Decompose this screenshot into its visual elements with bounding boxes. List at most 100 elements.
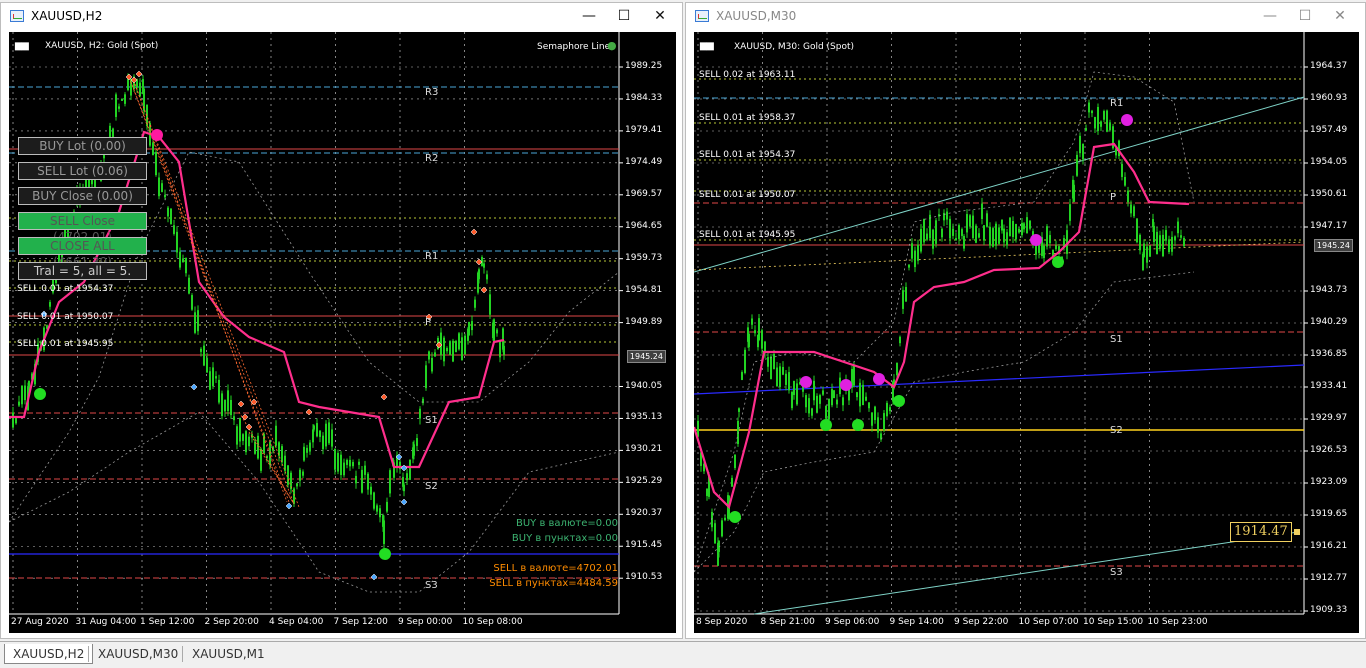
sell-lot-button[interactable]: SELL Lot (0.06) (18, 162, 147, 180)
tab-xauusd-m30[interactable]: XAUUSD,M30 (90, 644, 186, 664)
time-axis-label: 2 Sep 20:00 (204, 617, 259, 627)
sell-line-label: SELL 0.02 at 1963.11 (699, 70, 796, 80)
chart-window-icon (10, 10, 24, 22)
candle-body (1073, 184, 1075, 202)
candle-body (152, 142, 154, 156)
pivot-level-r3: R3 (425, 87, 439, 98)
candle-body (808, 398, 810, 414)
candle-body (773, 353, 775, 370)
close-button[interactable]: ✕ (649, 6, 671, 26)
signal-dot (873, 373, 885, 385)
price-axis-label: 1960.93 (1310, 93, 1348, 103)
price-chart[interactable]: ▆▆ XAUUSD, H2: Gold (Spot) Semaphore Lin… (9, 32, 676, 633)
price-axis-label: 1957.49 (1310, 125, 1348, 135)
candle-body (389, 470, 391, 494)
buy-lot-button[interactable]: BUY Lot (0.00) (18, 137, 147, 155)
buy-order-marker (400, 498, 408, 506)
indicator-name: Semaphore Line (537, 42, 611, 52)
candle-body (18, 401, 20, 406)
candle-body (1026, 217, 1028, 234)
close-all-button[interactable]: CLOSE ALL (4661.39) (18, 237, 147, 269)
price-axis-label: 1910.53 (625, 572, 663, 583)
candle-body (236, 426, 238, 445)
title-bar[interactable]: XAUUSD,M30 — ☐ ✕ (686, 3, 1365, 30)
price-axis-label: 1933.41 (1310, 381, 1348, 391)
signal-dot (820, 419, 832, 431)
price-axis-label: 1950.61 (1310, 189, 1348, 199)
candle-body (825, 405, 827, 419)
trailing-button[interactable]: Tral = 5, all = 5. (18, 262, 147, 280)
minimize-button[interactable]: — (578, 6, 600, 26)
candle-body (383, 520, 385, 544)
price-axis-label: 1954.81 (625, 284, 663, 295)
candle-body (1082, 143, 1084, 160)
price-axis-label: 1920.37 (625, 508, 663, 519)
price-axis-label: 1930.21 (625, 444, 663, 455)
signal-dot (800, 376, 812, 388)
candle-body (981, 203, 983, 219)
chart-window-m30[interactable]: XAUUSD,M30 — ☐ ✕ ▆▆ XAUUSD, M30: Gold (S… (685, 2, 1366, 639)
price-axis-label: 1909.33 (1310, 605, 1348, 615)
candle-body (248, 436, 250, 447)
candle-body (1180, 235, 1182, 238)
candle-body (334, 449, 336, 470)
pivot-level-p: P (425, 317, 432, 328)
chart-window-icon (695, 10, 709, 22)
candle-body (379, 508, 381, 518)
flag-icon: ▆▆ (15, 41, 29, 51)
minimize-button[interactable]: — (1259, 6, 1281, 26)
candle-body (1109, 122, 1111, 131)
flag-icon: ▆▆ (700, 41, 714, 51)
candle-body (1133, 206, 1135, 217)
time-axis-label: 4 Sep 04:00 (269, 617, 324, 627)
candle-body (899, 336, 901, 344)
candle-body (1055, 245, 1057, 250)
maximize-button[interactable]: ☐ (1294, 6, 1316, 26)
candle-body (1046, 226, 1048, 247)
candle-body (242, 434, 244, 441)
price-axis-label: 1919.65 (1310, 509, 1348, 519)
candle-body (452, 340, 454, 362)
price-axis-label: 1923.09 (1310, 477, 1348, 487)
candle-body (194, 312, 196, 333)
sell-line-label: SELL 0.01 at 1945.95 (17, 339, 114, 349)
candle-body (386, 501, 388, 512)
candle-body (1076, 154, 1078, 176)
candle-body (1097, 106, 1099, 131)
candle-body (349, 459, 351, 467)
candle-body (811, 408, 813, 416)
price-axis-label: 1926.53 (1310, 445, 1348, 455)
candle-body (871, 412, 873, 426)
candle-body (941, 228, 943, 238)
tab-xauusd-h2[interactable]: XAUUSD,H2 (4, 644, 94, 664)
sell-close-button[interactable]: SELL Close (4702.01) (18, 212, 147, 244)
candle-body (1023, 223, 1025, 230)
candle-body (1183, 238, 1185, 247)
pivot-level-s2: S2 (1110, 425, 1123, 436)
candle-body (833, 390, 835, 399)
candle-body (313, 425, 315, 430)
candle-body (770, 356, 772, 380)
candle-body (260, 448, 262, 471)
buy-close-button[interactable]: BUY Close (0.00) (18, 187, 147, 205)
candle-body (449, 341, 451, 355)
candle-body (877, 417, 879, 433)
candle-body (218, 379, 220, 403)
price-chart[interactable]: ▆▆ XAUUSD, M30: Gold (Spot) SELL 0.02 at… (694, 32, 1359, 633)
candle-body (1069, 204, 1071, 221)
price-axis-label: 1940.05 (625, 380, 663, 391)
candle-body (782, 366, 784, 375)
price-axis-label: 1929.97 (1310, 413, 1348, 423)
sell-line-label: SELL 0.01 at 1954.37 (17, 284, 114, 294)
chart-header: XAUUSD, H2: Gold (Spot) (45, 41, 159, 51)
price-axis-label: 1940.29 (1310, 317, 1348, 327)
chart-window-h2[interactable]: XAUUSD,H2 — ☐ ✕ ▆▆ XAUUSD, H2: Gold (Spo… (0, 2, 683, 639)
close-button[interactable]: ✕ (1329, 6, 1351, 26)
candle-body (406, 473, 408, 481)
tab-xauusd-m1[interactable]: XAUUSD,M1 (184, 644, 273, 664)
maximize-button[interactable]: ☐ (613, 6, 635, 26)
candle-body (221, 393, 223, 417)
title-bar[interactable]: XAUUSD,H2 — ☐ ✕ (1, 3, 682, 30)
candle-body (822, 390, 824, 395)
candle-body (167, 207, 169, 217)
